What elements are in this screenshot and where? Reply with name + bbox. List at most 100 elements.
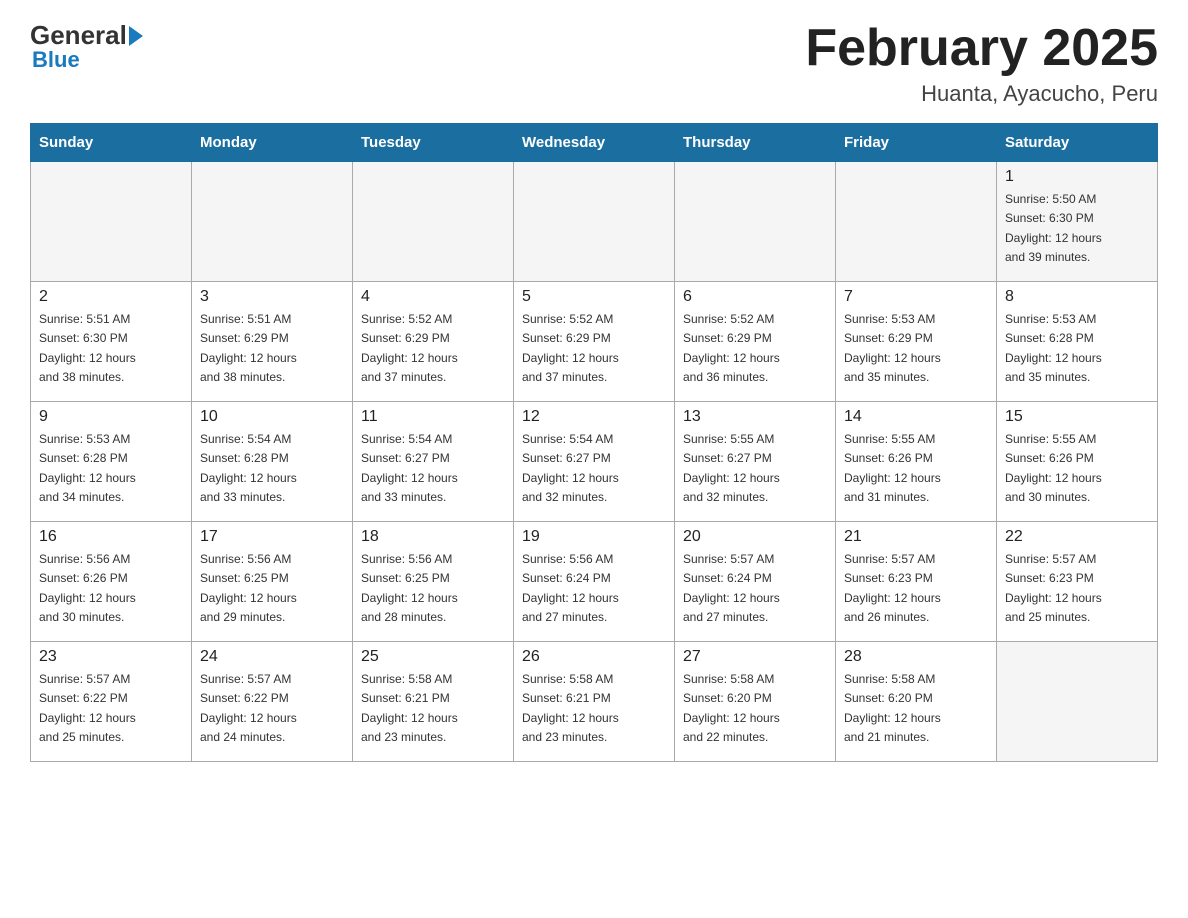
day-cell: 28Sunrise: 5:58 AMSunset: 6:20 PMDayligh… — [836, 642, 997, 762]
day-info: Sunrise: 5:56 AMSunset: 6:26 PMDaylight:… — [39, 550, 183, 627]
col-sunday: Sunday — [31, 124, 192, 162]
day-number: 24 — [200, 648, 344, 666]
day-cell: 23 Sunrise: 5:57 AMSunset: 6:22 PMDayligh… — [31, 642, 192, 762]
day-info: Sunrise: 5:57 AMSunset: 6:22 PMDaylight:… — [39, 670, 183, 747]
day-info: Sunrise: 5:58 AMSunset: 6:21 PMDaylight:… — [361, 670, 505, 747]
calendar-header: Sunday Monday Tuesday Wednesday Thursday… — [31, 124, 1158, 162]
day-info: Sunrise: 5:50 AMSunset: 6:30 PMDaylight:… — [1005, 190, 1149, 267]
header-row: Sunday Monday Tuesday Wednesday Thursday… — [31, 124, 1158, 162]
day-cell: 12 Sunrise: 5:54 AMSunset: 6:27 PMDayligh… — [514, 402, 675, 522]
week-row-3: 9 Sunrise: 5:53 AMSunset: 6:28 PMDaylight… — [31, 402, 1158, 522]
day-cell: 14 Sunrise: 5:55 AMSunset: 6:26 PMDayligh… — [836, 402, 997, 522]
day-cell — [514, 162, 675, 282]
day-info: Sunrise: 5:54 AMSunset: 6:27 PMDaylight:… — [361, 430, 505, 507]
title-block: February 2025 Huanta, Ayacucho, Peru — [805, 20, 1158, 107]
day-number: 9 — [39, 408, 183, 426]
day-number: 1 — [1005, 168, 1149, 186]
col-monday: Monday — [192, 124, 353, 162]
day-cell: 5 Sunrise: 5:52 AMSunset: 6:29 PMDaylight… — [514, 282, 675, 402]
calendar-table: Sunday Monday Tuesday Wednesday Thursday… — [30, 123, 1158, 762]
day-cell — [31, 162, 192, 282]
day-cell: 2 Sunrise: 5:51 AMSunset: 6:30 PMDaylight… — [31, 282, 192, 402]
col-tuesday: Tuesday — [353, 124, 514, 162]
day-number: 3 — [200, 288, 344, 306]
day-number: 4 — [361, 288, 505, 306]
day-number: 15 — [1005, 408, 1149, 426]
day-info: Sunrise: 5:57 AMSunset: 6:23 PMDaylight:… — [1005, 550, 1149, 627]
day-number: 14 — [844, 408, 988, 426]
day-info: Sunrise: 5:54 AMSunset: 6:27 PMDaylight:… — [522, 430, 666, 507]
day-info: Sunrise: 5:56 AMSunset: 6:25 PMDaylight:… — [200, 550, 344, 627]
day-cell: 8 Sunrise: 5:53 AMSunset: 6:28 PMDaylight… — [997, 282, 1158, 402]
day-cell: 7 Sunrise: 5:53 AMSunset: 6:29 PMDaylight… — [836, 282, 997, 402]
page-header: General Blue February 2025 Huanta, Ayacu… — [30, 20, 1158, 107]
logo-blue: Blue — [32, 47, 80, 73]
day-number: 16 — [39, 528, 183, 546]
week-row-1: 1 Sunrise: 5:50 AMSunset: 6:30 PMDaylight… — [31, 162, 1158, 282]
day-cell: 26 Sunrise: 5:58 AMSunset: 6:21 PMDayligh… — [514, 642, 675, 762]
day-number: 8 — [1005, 288, 1149, 306]
day-cell — [836, 162, 997, 282]
col-thursday: Thursday — [675, 124, 836, 162]
day-info: Sunrise: 5:52 AMSunset: 6:29 PMDaylight:… — [361, 310, 505, 387]
day-cell: 20Sunrise: 5:57 AMSunset: 6:24 PMDayligh… — [675, 522, 836, 642]
day-number: 21 — [844, 528, 988, 546]
calendar-body: 1 Sunrise: 5:50 AMSunset: 6:30 PMDaylight… — [31, 162, 1158, 762]
day-cell — [675, 162, 836, 282]
day-info: Sunrise: 5:55 AMSunset: 6:27 PMDaylight:… — [683, 430, 827, 507]
day-info: Sunrise: 5:53 AMSunset: 6:29 PMDaylight:… — [844, 310, 988, 387]
week-row-5: 23 Sunrise: 5:57 AMSunset: 6:22 PMDayligh… — [31, 642, 1158, 762]
day-number: 19 — [522, 528, 666, 546]
day-number: 22 — [1005, 528, 1149, 546]
day-cell: 4 Sunrise: 5:52 AMSunset: 6:29 PMDaylight… — [353, 282, 514, 402]
day-cell: 25 Sunrise: 5:58 AMSunset: 6:21 PMDayligh… — [353, 642, 514, 762]
day-number: 20 — [683, 528, 827, 546]
day-number: 18 — [361, 528, 505, 546]
day-number: 25 — [361, 648, 505, 666]
day-cell — [192, 162, 353, 282]
day-cell: 10 Sunrise: 5:54 AMSunset: 6:28 PMDayligh… — [192, 402, 353, 522]
col-wednesday: Wednesday — [514, 124, 675, 162]
day-cell: 9 Sunrise: 5:53 AMSunset: 6:28 PMDaylight… — [31, 402, 192, 522]
day-number: 17 — [200, 528, 344, 546]
day-cell: 11 Sunrise: 5:54 AMSunset: 6:27 PMDayligh… — [353, 402, 514, 522]
day-cell — [353, 162, 514, 282]
day-number: 12 — [522, 408, 666, 426]
calendar-subtitle: Huanta, Ayacucho, Peru — [805, 81, 1158, 107]
day-info: Sunrise: 5:51 AMSunset: 6:30 PMDaylight:… — [39, 310, 183, 387]
day-info: Sunrise: 5:58 AMSunset: 6:21 PMDaylight:… — [522, 670, 666, 747]
day-cell: 27Sunrise: 5:58 AMSunset: 6:20 PMDayligh… — [675, 642, 836, 762]
day-cell: 16 Sunrise: 5:56 AMSunset: 6:26 PMDayligh… — [31, 522, 192, 642]
day-info: Sunrise: 5:54 AMSunset: 6:28 PMDaylight:… — [200, 430, 344, 507]
day-cell: 3 Sunrise: 5:51 AMSunset: 6:29 PMDaylight… — [192, 282, 353, 402]
day-number: 5 — [522, 288, 666, 306]
day-cell: 19 Sunrise: 5:56 AMSunset: 6:24 PMDayligh… — [514, 522, 675, 642]
day-info: Sunrise: 5:56 AMSunset: 6:25 PMDaylight:… — [361, 550, 505, 627]
day-info: Sunrise: 5:55 AMSunset: 6:26 PMDaylight:… — [844, 430, 988, 507]
day-info: Sunrise: 5:56 AMSunset: 6:24 PMDaylight:… — [522, 550, 666, 627]
col-friday: Friday — [836, 124, 997, 162]
day-cell: 6Sunrise: 5:52 AMSunset: 6:29 PMDaylight… — [675, 282, 836, 402]
day-number: 26 — [522, 648, 666, 666]
day-number: 11 — [361, 408, 505, 426]
day-cell: 24 Sunrise: 5:57 AMSunset: 6:22 PMDayligh… — [192, 642, 353, 762]
day-number: 2 — [39, 288, 183, 306]
day-info: Sunrise: 5:52 AMSunset: 6:29 PMDaylight:… — [522, 310, 666, 387]
logo: General Blue — [30, 20, 143, 73]
day-info: Sunrise: 5:58 AMSunset: 6:20 PMDaylight:… — [683, 670, 827, 747]
day-info: Sunrise: 5:53 AMSunset: 6:28 PMDaylight:… — [1005, 310, 1149, 387]
day-number: 7 — [844, 288, 988, 306]
week-row-2: 2 Sunrise: 5:51 AMSunset: 6:30 PMDaylight… — [31, 282, 1158, 402]
day-info: Sunrise: 5:51 AMSunset: 6:29 PMDaylight:… — [200, 310, 344, 387]
day-cell: 22 Sunrise: 5:57 AMSunset: 6:23 PMDayligh… — [997, 522, 1158, 642]
day-number: 23 — [39, 648, 183, 666]
day-info: Sunrise: 5:57 AMSunset: 6:22 PMDaylight:… — [200, 670, 344, 747]
calendar-title: February 2025 — [805, 20, 1158, 77]
day-number: 10 — [200, 408, 344, 426]
day-cell: 17 Sunrise: 5:56 AMSunset: 6:25 PMDayligh… — [192, 522, 353, 642]
col-saturday: Saturday — [997, 124, 1158, 162]
day-number: 6 — [683, 288, 827, 306]
day-cell: 15Sunrise: 5:55 AMSunset: 6:26 PMDayligh… — [997, 402, 1158, 522]
day-info: Sunrise: 5:53 AMSunset: 6:28 PMDaylight:… — [39, 430, 183, 507]
day-cell: 1 Sunrise: 5:50 AMSunset: 6:30 PMDaylight… — [997, 162, 1158, 282]
